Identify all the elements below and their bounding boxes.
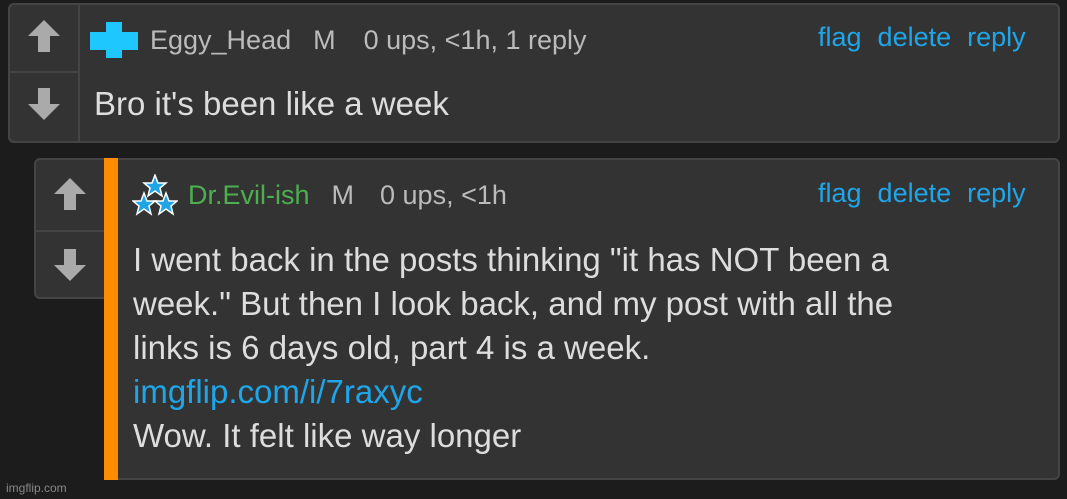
- vote-column: [8, 3, 80, 143]
- flag-button[interactable]: flag: [818, 22, 862, 53]
- downvote-button[interactable]: [36, 230, 104, 298]
- comment-body-line: I went back in the posts thinking "it ha…: [133, 241, 889, 278]
- comment-header: Dr.Evil-ish M 0 ups, <1h: [132, 174, 507, 216]
- comment-body-line: Bro it's been like a week: [94, 85, 449, 122]
- comment-body: Bro it's been like a week: [94, 82, 449, 126]
- username[interactable]: Dr.Evil-ish: [188, 180, 310, 211]
- reply-button[interactable]: reply: [967, 178, 1026, 209]
- comment-body-line: Wow. It felt like way longer: [133, 417, 522, 454]
- arrow-up-icon: [28, 20, 60, 52]
- vote-column: [34, 158, 104, 299]
- delete-button[interactable]: delete: [878, 178, 952, 209]
- comment-meta: 0 ups, <1h, 1 reply: [363, 24, 587, 55]
- delete-button[interactable]: delete: [878, 22, 952, 53]
- reply-indicator-bar: [104, 158, 118, 480]
- reply-button[interactable]: reply: [967, 22, 1026, 53]
- comment-actions: flag delete reply: [818, 22, 1026, 53]
- comment-actions: flag delete reply: [818, 178, 1026, 209]
- stars-triangle-icon: [132, 174, 178, 216]
- mod-badge: M: [313, 24, 336, 55]
- arrow-down-icon: [54, 249, 86, 281]
- upvote-button[interactable]: [10, 5, 78, 67]
- flag-button[interactable]: flag: [818, 178, 862, 209]
- upvote-button[interactable]: [36, 160, 104, 228]
- blue-cross-icon: [90, 22, 138, 58]
- post-link[interactable]: imgflip.com/i/7raxyc: [133, 373, 423, 410]
- mod-badge: M: [331, 179, 355, 210]
- comment-body: I went back in the posts thinking "it ha…: [133, 238, 893, 458]
- comment-header: Eggy_Head M 0 ups, <1h, 1 reply: [88, 20, 587, 60]
- comment-meta: 0 ups, <1h: [380, 179, 507, 210]
- downvote-button[interactable]: [10, 71, 78, 135]
- arrow-up-icon: [54, 178, 86, 210]
- username[interactable]: Eggy_Head: [150, 25, 291, 56]
- watermark: imgflip.com: [6, 481, 67, 495]
- comment-body-line: links is 6 days old, part 4 is a week.: [133, 329, 651, 366]
- comment-body-line: week." But then I look back, and my post…: [133, 285, 894, 322]
- arrow-down-icon: [28, 88, 60, 120]
